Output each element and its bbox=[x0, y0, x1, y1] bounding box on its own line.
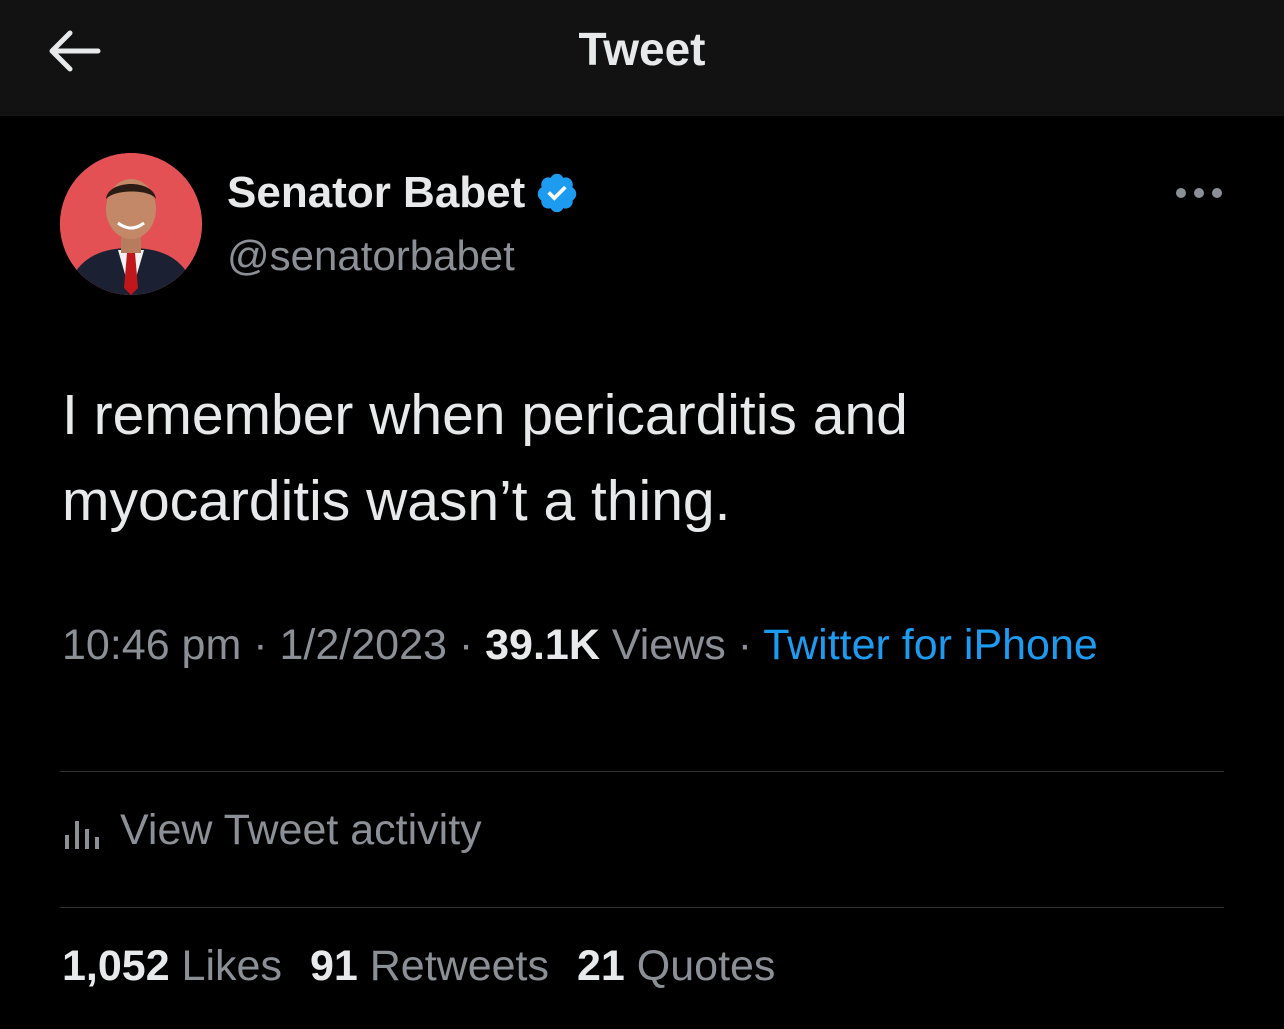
tweet-date[interactable]: 1/2/2023 bbox=[280, 621, 447, 669]
separator: · bbox=[241, 621, 280, 669]
retweets-stat[interactable]: 91 Retweets bbox=[310, 942, 549, 991]
views-label: Views bbox=[599, 621, 726, 669]
more-options-button[interactable] bbox=[1176, 180, 1222, 206]
tweet-source-link[interactable]: Twitter for iPhone bbox=[763, 621, 1098, 669]
more-options-icon bbox=[1212, 188, 1222, 198]
tweet-text: I remember when pericarditis and myocard… bbox=[62, 372, 1222, 544]
avatar[interactable] bbox=[60, 153, 202, 295]
quotes-stat[interactable]: 21 Quotes bbox=[577, 942, 775, 991]
author-handle[interactable]: @senatorbabet bbox=[227, 232, 515, 280]
author-name[interactable]: Senator Babet bbox=[227, 168, 525, 218]
analytics-icon bbox=[65, 820, 99, 849]
divider bbox=[60, 907, 1224, 908]
likes-count: 1,052 bbox=[62, 942, 170, 990]
tweet-text-line: myocarditis wasn’t a thing. bbox=[62, 469, 731, 533]
tweet-meta: 10:46 pm · 1/2/2023 · 39.1K Views · Twit… bbox=[62, 614, 1162, 676]
page-title: Tweet bbox=[578, 23, 706, 75]
more-options-icon bbox=[1194, 188, 1204, 198]
likes-stat[interactable]: 1,052 Likes bbox=[62, 942, 282, 991]
retweets-count: 91 bbox=[309, 942, 358, 990]
tweet-time[interactable]: 10:46 pm bbox=[62, 621, 241, 669]
quotes-count: 21 bbox=[577, 942, 625, 990]
more-options-icon bbox=[1176, 188, 1186, 198]
tweet-text-line: I remember when pericarditis and bbox=[62, 383, 908, 447]
retweets-label: Retweets bbox=[357, 942, 549, 990]
top-bar: Tweet bbox=[0, 0, 1284, 116]
verified-badge-icon bbox=[538, 173, 577, 213]
view-tweet-activity-button[interactable]: View Tweet activity bbox=[62, 806, 482, 855]
tweet-stats: 1,052 Likes 91 Retweets 21 Quotes bbox=[62, 942, 803, 991]
separator: · bbox=[725, 621, 764, 669]
quotes-label: Quotes bbox=[624, 942, 776, 990]
divider bbox=[60, 771, 1224, 772]
views-count: 39.1K bbox=[485, 621, 600, 669]
view-tweet-activity-label: View Tweet activity bbox=[120, 806, 482, 854]
likes-label: Likes bbox=[169, 942, 282, 990]
author-name-row[interactable]: Senator Babet bbox=[227, 168, 579, 218]
separator: · bbox=[446, 621, 486, 669]
